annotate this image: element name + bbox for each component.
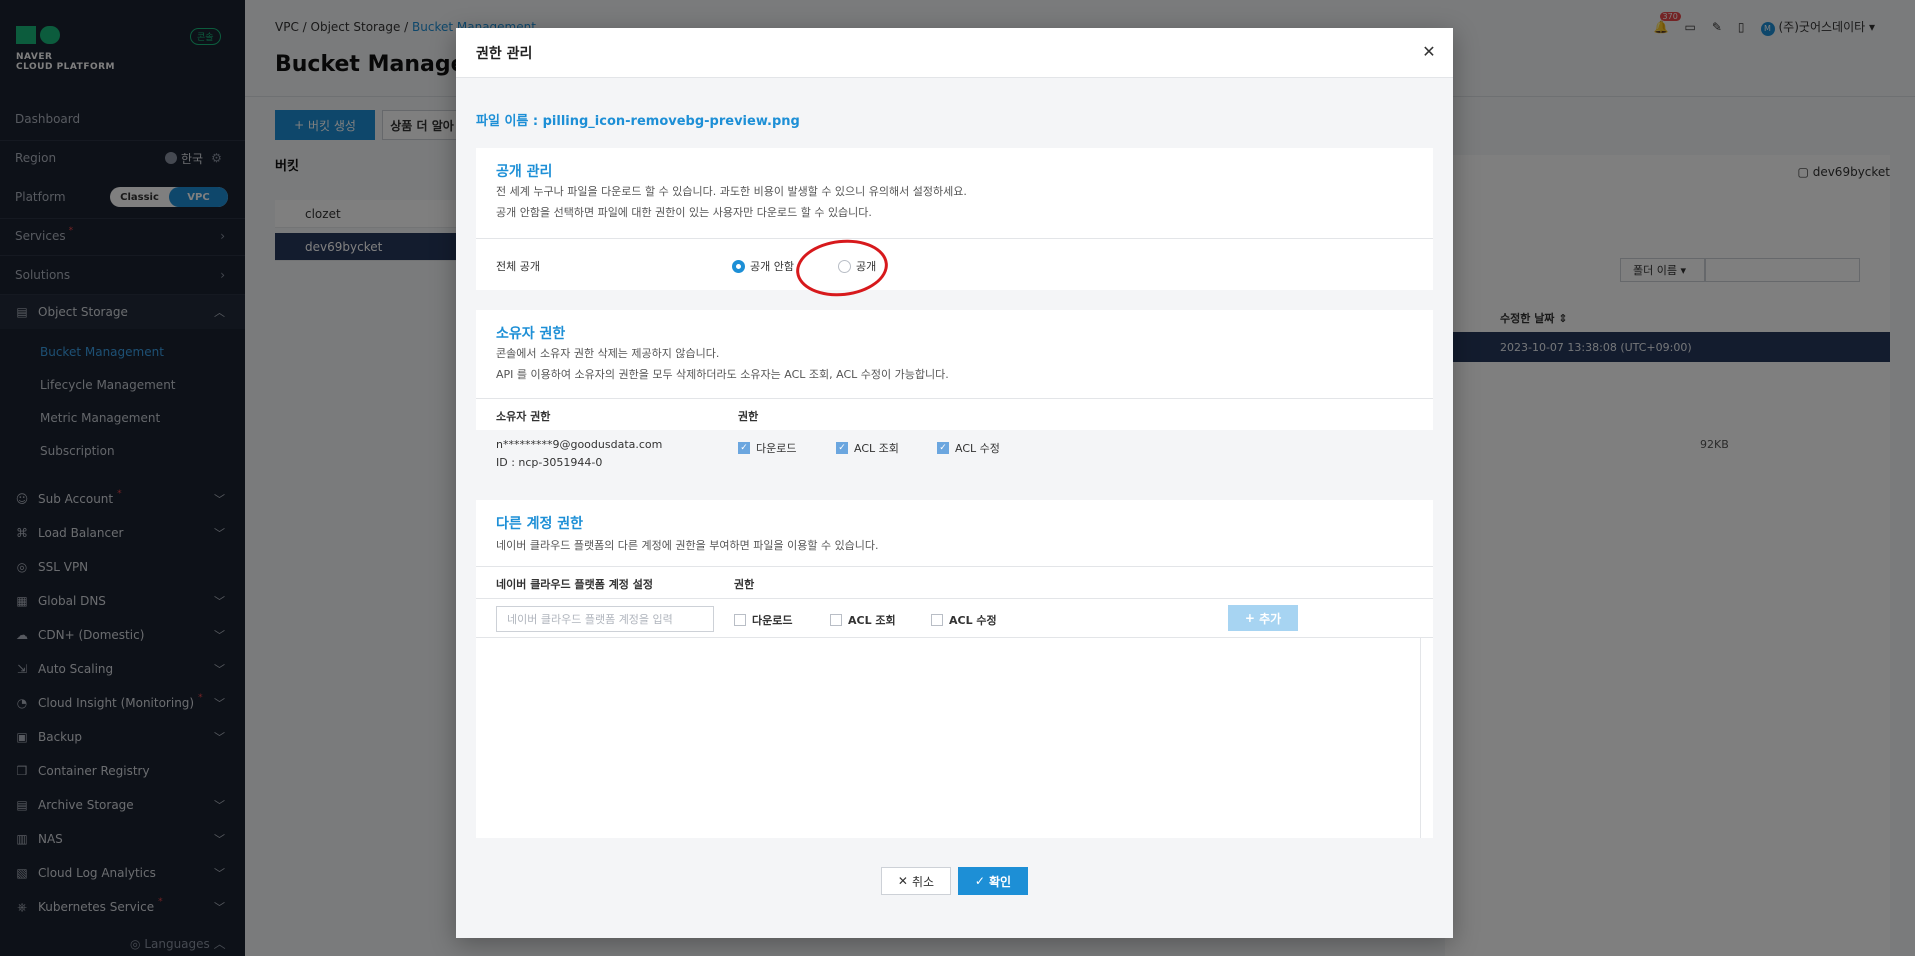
col-permission: 권한 <box>738 410 759 423</box>
perm-download-checkbox[interactable]: 다운로드 <box>734 612 792 628</box>
public-row-label: 전체 공개 <box>496 260 540 273</box>
cancel-button[interactable]: ✕ 취소 <box>881 867 951 895</box>
perm-acl-read-checkbox[interactable]: ACL 조회 <box>830 612 896 628</box>
modal-title: 권한 관리 <box>476 45 533 62</box>
col-permission: 권한 <box>734 578 755 591</box>
modal-header: 권한 관리 ✕ <box>456 28 1453 78</box>
owner-title: 소유자 권한 <box>496 326 566 342</box>
owner-id: ID : ncp-3051944-0 <box>496 456 603 469</box>
owner-row: n*********9@goodusdata.com ID : ncp-3051… <box>476 430 1433 478</box>
radio-button[interactable] <box>732 259 745 273</box>
owner-desc2: API 를 이용하여 소유자의 권한을 모두 삭제하더라도 소유자는 ACL 조… <box>496 368 949 381</box>
account-list <box>476 638 1421 838</box>
owner-perm-acl-read: ✓ ACL 조회 <box>836 440 899 456</box>
public-card: 공개 관리 전 세계 누구나 파일을 다운로드 할 수 있습니다. 과도한 비용… <box>476 148 1433 290</box>
check-icon: ✓ <box>974 874 985 888</box>
col-account: 네이버 클라우드 플랫폼 계정 설정 <box>496 578 653 591</box>
col-owner: 소유자 권한 <box>496 410 551 423</box>
radio-private[interactable]: 공개 안함 <box>732 258 794 274</box>
owner-card: 소유자 권한 콘솔에서 소유자 권한 삭제는 제공하지 않습니다. API 를 … <box>476 310 1433 478</box>
public-desc2: 공개 안함을 선택하면 파일에 대한 권한이 있는 사용자만 다운로드 할 수 … <box>496 206 872 219</box>
other-title: 다른 계정 권한 <box>496 516 584 532</box>
owner-email: n*********9@goodusdata.com <box>496 438 663 451</box>
file-name: 파일 이름 : pilling_icon-removebg-preview.pn… <box>476 114 800 129</box>
public-title: 공개 관리 <box>496 164 553 180</box>
owner-perm-acl-write: ✓ ACL 수정 <box>937 440 1000 456</box>
close-icon: ✕ <box>897 874 908 888</box>
owner-perm-download: ✓ 다운로드 <box>738 440 796 456</box>
close-icon[interactable]: ✕ <box>1419 42 1439 62</box>
public-desc1: 전 세계 누구나 파일을 다운로드 할 수 있습니다. 과도한 비용이 발생할 … <box>496 185 967 198</box>
add-button[interactable]: + 추가 <box>1228 605 1298 631</box>
permission-modal: 권한 관리 ✕ 파일 이름 : pilling_icon-removebg-pr… <box>456 28 1453 938</box>
perm-acl-write-checkbox[interactable]: ACL 수정 <box>931 612 997 628</box>
account-input[interactable]: 네이버 클라우드 플랫폼 계정을 입력 <box>496 606 714 632</box>
other-account-card: 다른 계정 권한 네이버 클라우드 플랫폼의 다른 계정에 권한을 부여하면 파… <box>476 500 1433 838</box>
confirm-button[interactable]: ✓ 확인 <box>958 867 1028 895</box>
owner-desc1: 콘솔에서 소유자 권한 삭제는 제공하지 않습니다. <box>496 347 720 360</box>
other-desc: 네이버 클라우드 플랫폼의 다른 계정에 권한을 부여하면 파일을 이용할 수 … <box>496 539 879 552</box>
